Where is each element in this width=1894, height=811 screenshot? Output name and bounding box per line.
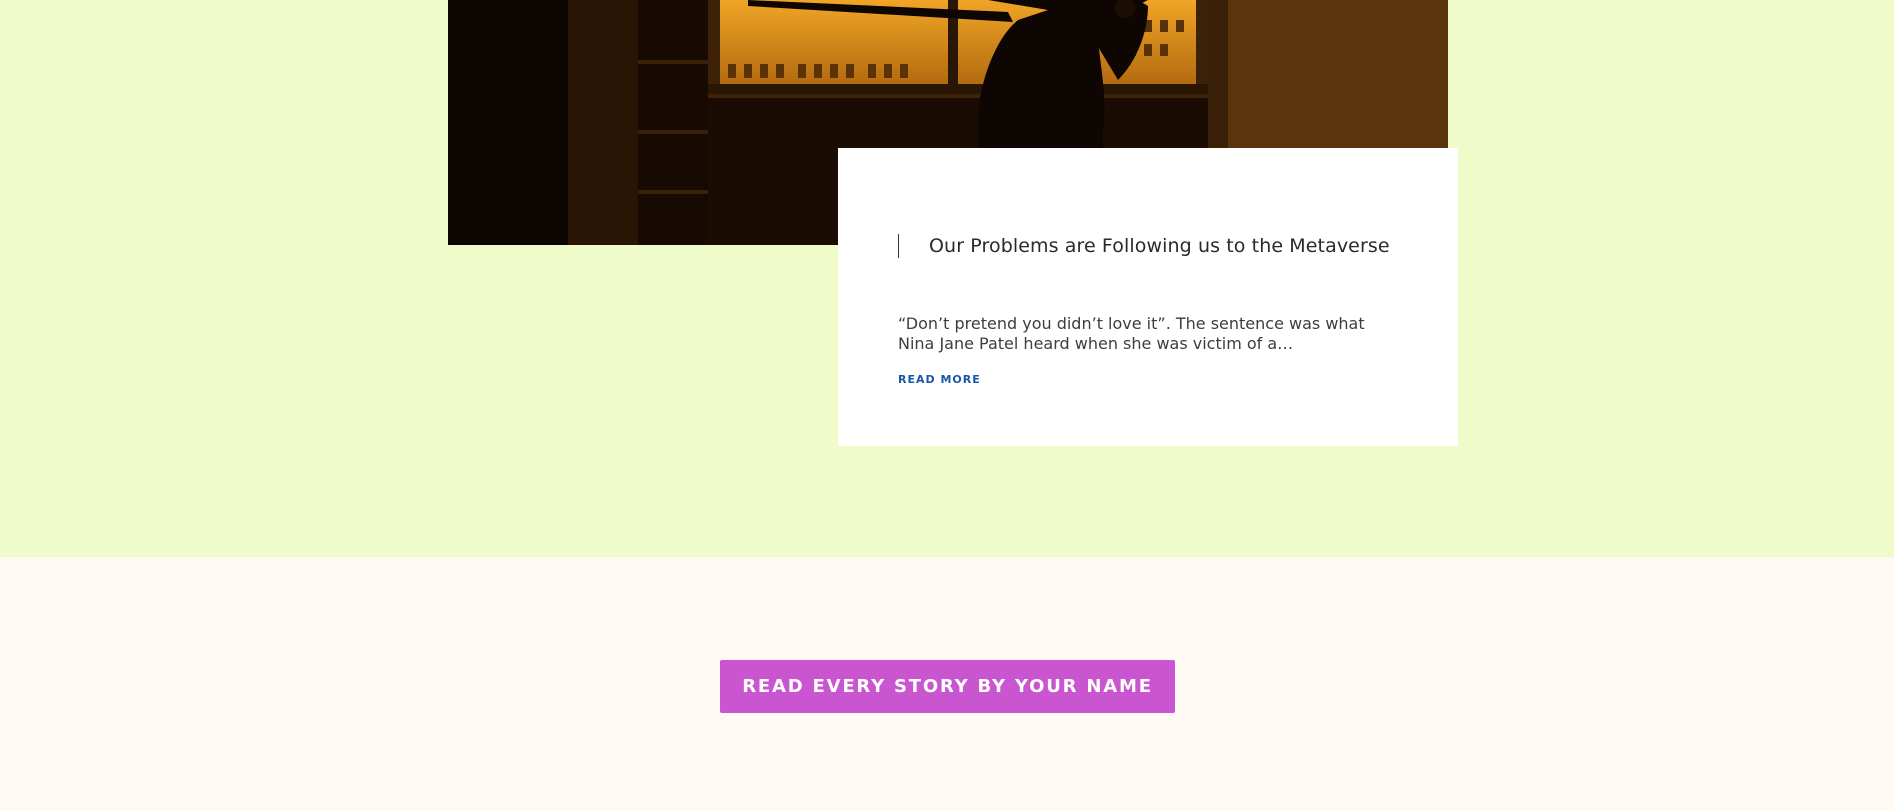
article-excerpt: “Don’t pretend you didn’t love it”. The … — [898, 314, 1365, 353]
article-card: Our Problems are Following us to the Met… — [838, 148, 1458, 446]
title-accent-bar — [898, 234, 899, 258]
read-more-link[interactable]: READ MORE — [898, 373, 981, 386]
read-every-story-button[interactable]: READ EVERY STORY BY YOUR NAME — [720, 660, 1175, 713]
article-title[interactable]: Our Problems are Following us to the Met… — [929, 235, 1390, 257]
article-title-row: Our Problems are Following us to the Met… — [898, 234, 1390, 258]
article-section: Our Problems are Following us to the Met… — [0, 0, 1894, 557]
